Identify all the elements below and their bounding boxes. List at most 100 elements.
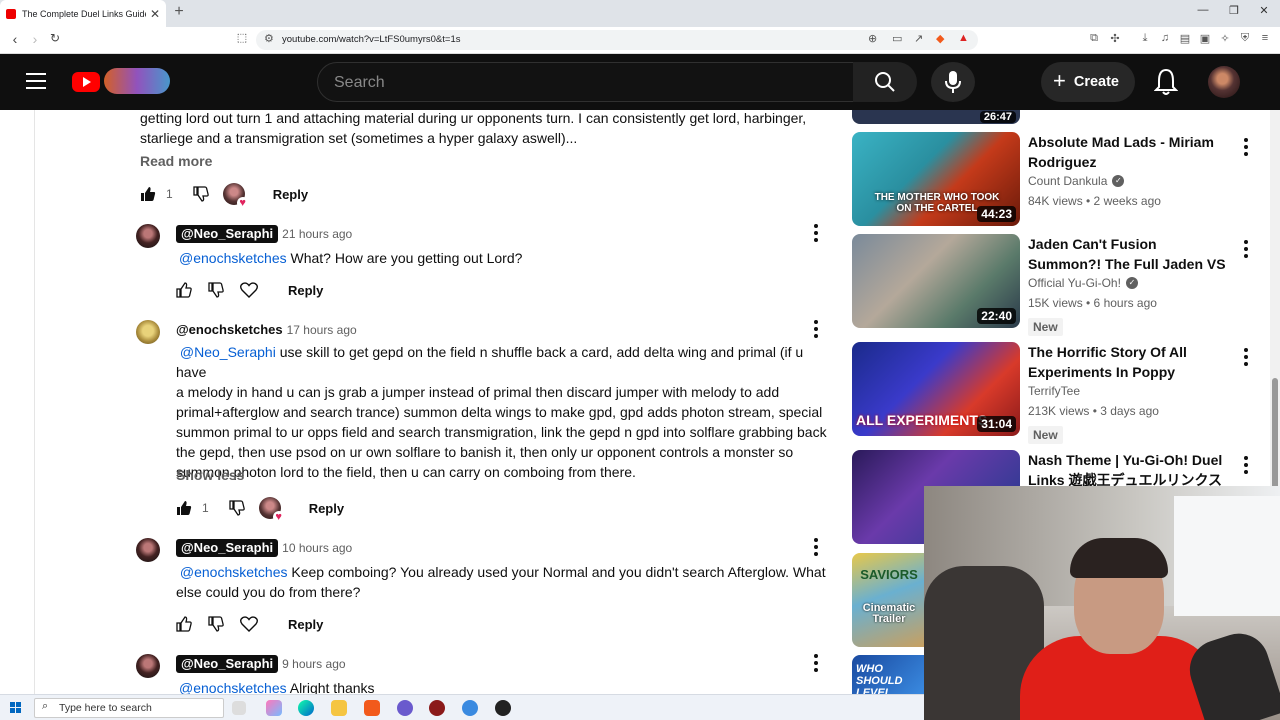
- window-close-button[interactable]: ✕: [1257, 4, 1271, 17]
- dislike-icon[interactable]: [193, 186, 209, 202]
- video-title[interactable]: Nash Theme | Yu-Gi-Oh! Duel Links 遊戯王デュエ…: [1028, 450, 1228, 490]
- comment-time[interactable]: 17 hours ago: [287, 323, 357, 337]
- video-menu-icon[interactable]: [1244, 240, 1248, 258]
- video-title[interactable]: Jaden Can't Fusion Summon?! The Full Jad…: [1028, 234, 1228, 274]
- commenter-avatar[interactable]: [136, 538, 160, 562]
- obs-icon[interactable]: [429, 700, 445, 716]
- dislike-icon[interactable]: [229, 500, 245, 516]
- address-bar[interactable]: ⚙ youtube.com/watch?v=LtFS0umyrs0&t=1s ⊕…: [256, 30, 978, 50]
- guide-menu-icon[interactable]: [26, 73, 46, 89]
- bookmark-icon[interactable]: ⬚: [234, 31, 250, 44]
- discord-icon[interactable]: [397, 700, 413, 716]
- video-thumbnail[interactable]: 22:40: [852, 234, 1020, 328]
- zoom-icon[interactable]: ⊕: [868, 32, 877, 45]
- mention-link[interactable]: @enochsketches: [180, 564, 288, 580]
- mention-link[interactable]: @enochsketches: [179, 250, 287, 266]
- tab-close-icon[interactable]: ✕: [150, 7, 160, 21]
- like-icon[interactable]: [176, 616, 192, 632]
- video-thumbnail[interactable]: 26:47: [852, 110, 1020, 124]
- brave-rewards-icon[interactable]: ▲: [958, 32, 969, 44]
- video-menu-icon[interactable]: [1244, 138, 1248, 156]
- voice-search-button[interactable]: [931, 62, 975, 102]
- channel-name[interactable]: TerrifyTee: [1028, 384, 1080, 398]
- reply-button[interactable]: Reply: [288, 283, 323, 298]
- commenter-avatar[interactable]: [136, 224, 160, 248]
- puzzle-icon[interactable]: ✣: [1108, 32, 1122, 45]
- app-icon[interactable]: [462, 700, 478, 716]
- file-explorer-icon[interactable]: [331, 700, 347, 716]
- search-input[interactable]: Search: [317, 62, 854, 102]
- mention-link[interactable]: @enochsketches: [179, 680, 287, 694]
- reply-button[interactable]: Reply: [288, 617, 323, 632]
- account-avatar[interactable]: [1208, 66, 1240, 98]
- youtube-logo-icon[interactable]: [72, 72, 100, 92]
- back-arrow-icon[interactable]: ‹: [7, 31, 23, 47]
- comment-time[interactable]: 21 hours ago: [282, 227, 352, 241]
- brave-shield-icon[interactable]: ◆: [936, 32, 944, 45]
- commenter-avatar[interactable]: [136, 654, 160, 678]
- commenter-avatar[interactable]: [136, 320, 160, 344]
- browser-tab[interactable]: The Complete Duel Links Guide ✕: [0, 0, 166, 27]
- reload-icon[interactable]: ↻: [47, 31, 63, 45]
- youtube-doodle[interactable]: [104, 68, 170, 94]
- video-thumbnail[interactable]: SAVIORS Cinematic Trailer: [852, 553, 924, 647]
- copilot-icon[interactable]: [266, 700, 282, 716]
- dislike-icon[interactable]: [208, 282, 224, 298]
- like-filled-icon[interactable]: [140, 186, 156, 202]
- video-thumbnail[interactable]: THE MOTHER WHO TOOK ON THE CARTEL 44:23: [852, 132, 1020, 226]
- heart-icon[interactable]: [240, 616, 258, 632]
- media-icon[interactable]: ♫: [1158, 32, 1172, 44]
- edge-icon[interactable]: [298, 700, 314, 716]
- maximize-button[interactable]: ❐: [1227, 4, 1241, 17]
- search-button[interactable]: [853, 62, 917, 102]
- reply-button[interactable]: Reply: [273, 187, 308, 202]
- scrollbar-thumb[interactable]: [1272, 378, 1278, 498]
- comment-menu-icon[interactable]: [814, 224, 818, 242]
- create-button[interactable]: + Create: [1041, 62, 1135, 102]
- brave-icon[interactable]: [364, 700, 380, 716]
- share-icon[interactable]: ↗: [914, 32, 923, 45]
- comment-author[interactable]: @Neo_Seraphi: [176, 539, 279, 557]
- recommended-video[interactable]: 22:40 Jaden Can't Fusion Summon?! The Fu…: [852, 234, 1252, 336]
- comment-time[interactable]: 10 hours ago: [282, 541, 352, 555]
- minimize-button[interactable]: —: [1196, 4, 1210, 16]
- comment-menu-icon[interactable]: [814, 538, 818, 556]
- sidebar-icon[interactable]: ▤: [1178, 32, 1192, 45]
- channel-name[interactable]: Count Dankula ✓: [1028, 174, 1125, 188]
- recommended-video[interactable]: THE MOTHER WHO TOOK ON THE CARTEL 44:23 …: [852, 132, 1252, 228]
- browser-menu-icon[interactable]: ≡: [1258, 32, 1272, 44]
- comment-author[interactable]: @Neo_Seraphi: [176, 225, 279, 243]
- notifications-bell-icon[interactable]: [1154, 68, 1178, 96]
- heart-icon[interactable]: [240, 282, 258, 298]
- extensions-icon[interactable]: ⧉: [1087, 32, 1101, 45]
- comment-author[interactable]: @enochsketches: [176, 322, 283, 337]
- reply-button[interactable]: Reply: [309, 501, 344, 516]
- read-more-link[interactable]: Read more: [140, 153, 212, 169]
- windows-start-icon[interactable]: [10, 702, 22, 714]
- cast-icon[interactable]: ▭: [892, 32, 902, 45]
- vpn-icon[interactable]: ⛨: [1238, 32, 1252, 45]
- video-title[interactable]: Absolute Mad Lads - Miriam Rodriguez: [1028, 132, 1228, 172]
- game-icon[interactable]: [495, 700, 511, 716]
- site-info-icon[interactable]: ⚙: [264, 32, 274, 45]
- video-thumbnail[interactable]: WHO SHOULD LEVEL: [852, 655, 924, 694]
- leo-icon[interactable]: ✧: [1218, 32, 1232, 45]
- comment-menu-icon[interactable]: [814, 320, 818, 338]
- task-view-icon[interactable]: [232, 701, 246, 715]
- new-tab-button[interactable]: +: [170, 3, 188, 21]
- video-title[interactable]: The Horrific Story Of All Experiments In…: [1028, 342, 1228, 382]
- wallet-icon[interactable]: ▣: [1198, 32, 1212, 45]
- dislike-icon[interactable]: [208, 616, 224, 632]
- recommended-video[interactable]: ALL EXPERIMENTS 31:04 The Horrific Story…: [852, 342, 1252, 444]
- taskbar-search-input[interactable]: ⌕ Type here to search: [34, 698, 224, 718]
- comment-menu-icon[interactable]: [814, 654, 818, 672]
- channel-name[interactable]: Official Yu-Gi-Oh! ✓: [1028, 276, 1138, 290]
- video-menu-icon[interactable]: [1244, 348, 1248, 366]
- video-thumbnail[interactable]: ALL EXPERIMENTS 31:04: [852, 342, 1020, 436]
- like-filled-icon[interactable]: [176, 500, 192, 516]
- mention-link[interactable]: @Neo_Seraphi: [180, 344, 276, 360]
- video-menu-icon[interactable]: [1244, 456, 1248, 474]
- show-less-link[interactable]: Show less: [176, 467, 244, 483]
- like-icon[interactable]: [176, 282, 192, 298]
- download-icon[interactable]: ⤓: [1138, 32, 1152, 45]
